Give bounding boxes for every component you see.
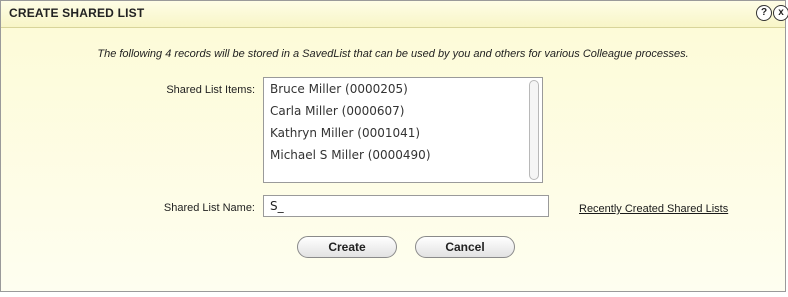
create-shared-list-dialog: CREATE SHARED LIST ? x The following 4 r… [0, 0, 788, 292]
shared-list-items-listbox[interactable]: Bruce Miller (0000205) Carla Miller (000… [263, 77, 543, 183]
info-text: The following 4 records will be stored i… [97, 48, 689, 60]
shared-list-name-input[interactable] [263, 195, 549, 217]
shared-list-name-label: Shared List Name: [163, 202, 255, 214]
recently-created-shared-lists-link[interactable]: Recently Created Shared Lists [579, 203, 728, 215]
close-icon[interactable]: x [773, 5, 788, 21]
list-item[interactable]: Michael S Miller (0000490) [264, 144, 542, 166]
dialog-title: CREATE SHARED LIST [9, 6, 145, 20]
dialog-body: The following 4 records will be stored i… [1, 28, 785, 291]
create-button[interactable]: Create [297, 236, 397, 258]
list-item[interactable]: Kathryn Miller (0001041) [264, 122, 542, 144]
list-item[interactable]: Bruce Miller (0000205) [264, 78, 542, 100]
list-item[interactable]: Carla Miller (0000607) [264, 100, 542, 122]
shared-list-items-label: Shared List Items: [166, 84, 255, 96]
cancel-button[interactable]: Cancel [415, 236, 515, 258]
dialog-titlebar: CREATE SHARED LIST ? x [1, 1, 788, 28]
listbox-scrollbar[interactable] [529, 80, 539, 180]
help-icon[interactable]: ? [756, 5, 772, 21]
